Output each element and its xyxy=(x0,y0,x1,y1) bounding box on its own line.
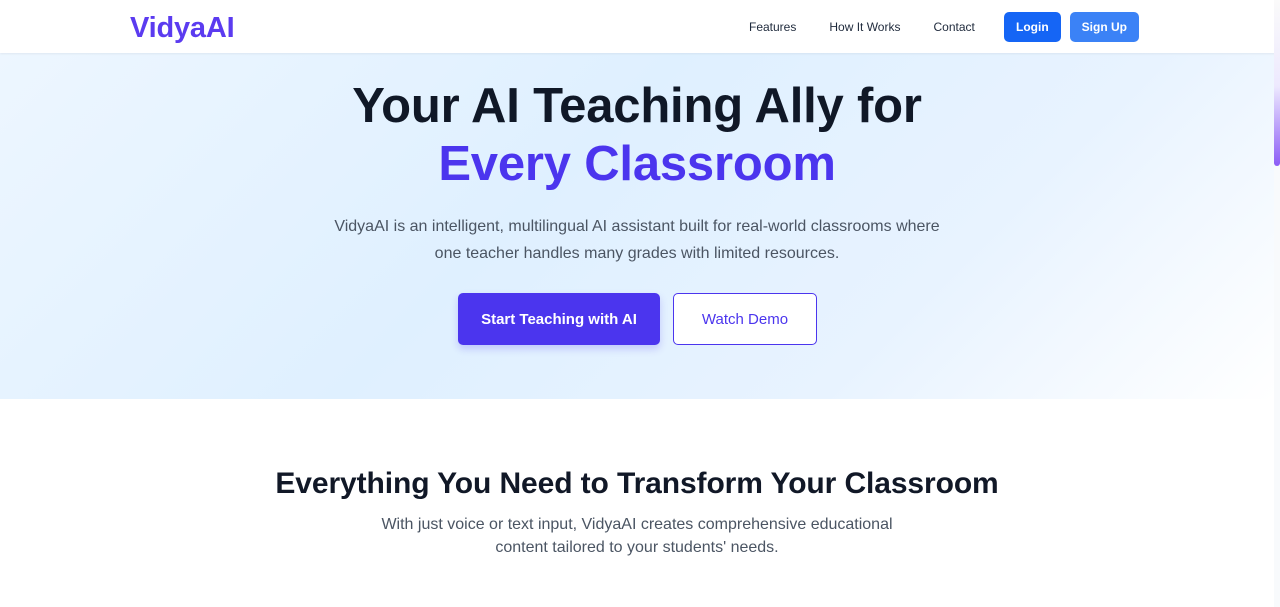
vertical-scrollbar[interactable] xyxy=(1274,0,1280,607)
nav-contact-link[interactable]: Contact xyxy=(933,12,974,42)
main-nav: Features How It Works Contact Login Sign… xyxy=(749,12,1139,42)
top-navigation: VidyaAI Features How It Works Contact Lo… xyxy=(0,0,1280,53)
landing-page: VidyaAI Features How It Works Contact Lo… xyxy=(0,0,1280,607)
hero-description-line-1: VidyaAI is an intelligent, multilingual … xyxy=(334,218,940,235)
hero-title: Your AI Teaching Ally for xyxy=(352,79,922,133)
features-title: Everything You Need to Transform Your Cl… xyxy=(275,467,999,500)
start-teaching-button[interactable]: Start Teaching with AI xyxy=(458,293,660,345)
brand-logo[interactable]: VidyaAI xyxy=(130,11,235,45)
signup-button[interactable]: Sign Up xyxy=(1069,12,1139,42)
hero-title-accent: Every Classroom xyxy=(438,137,836,191)
hero-description-line-2: one teacher handles many grades with lim… xyxy=(434,245,840,262)
hero-description: VidyaAI is an intelligent, multilingual … xyxy=(315,213,959,267)
nav-how-it-works-link[interactable]: How It Works xyxy=(829,12,900,42)
features-description: With just voice or text input, VidyaAI c… xyxy=(337,513,937,559)
watch-demo-button[interactable]: Watch Demo xyxy=(673,293,817,345)
features-description-line-2: content tailored to your students' needs… xyxy=(495,539,779,556)
hero-section: Your AI Teaching Ally for Every Classroo… xyxy=(0,53,1274,399)
nav-features-link[interactable]: Features xyxy=(749,12,796,42)
login-button[interactable]: Login xyxy=(1003,12,1061,42)
scrollbar-thumb[interactable] xyxy=(1274,0,1280,166)
features-description-line-1: With just voice or text input, VidyaAI c… xyxy=(381,516,893,533)
